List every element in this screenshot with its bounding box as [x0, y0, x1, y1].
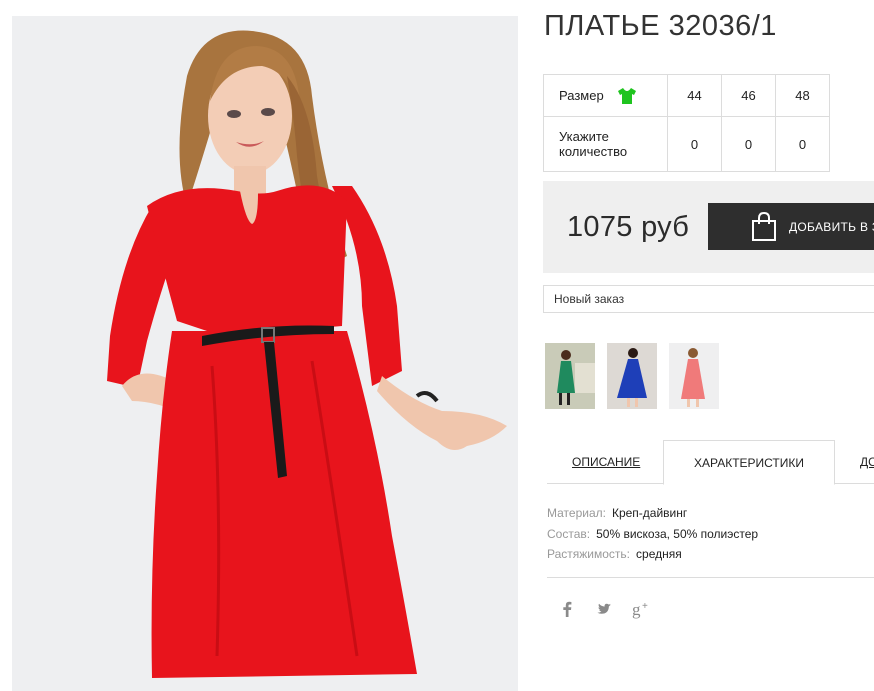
svg-text:+: + — [642, 601, 648, 612]
tab-delivery[interactable]: ДО — [860, 440, 874, 484]
size-table: Размер 44 46 48 Укажите количество 0 0 0 — [543, 74, 830, 172]
characteristics-list: Материал: Креп-дайвинг Состав: 50% вискоза… — [547, 503, 758, 565]
add-to-cart-button[interactable]: ДОБАВИТЬ В З — [708, 203, 874, 250]
size-label: Размер — [559, 88, 604, 103]
divider — [547, 577, 874, 578]
quantity-input-48[interactable]: 0 — [775, 116, 830, 172]
quantity-label: Укажите количество — [543, 116, 668, 172]
thumbnail-blue-dress[interactable] — [607, 343, 657, 409]
product-tabs: ОПИСАНИЕ ХАРАКТЕРИСТИКИ ДО — [547, 440, 874, 485]
svg-text:g: g — [632, 600, 641, 619]
tab-characteristics[interactable]: ХАРАКТЕРИСТИКИ — [663, 440, 835, 485]
thumbnail-pink-dress[interactable] — [669, 343, 719, 409]
google-plus-icon[interactable]: g + — [632, 600, 652, 620]
quantity-input-44[interactable]: 0 — [667, 116, 722, 172]
twitter-icon[interactable] — [596, 600, 612, 620]
shopping-bag-icon — [751, 211, 777, 242]
facebook-icon[interactable] — [562, 600, 572, 620]
tab-description[interactable]: ОПИСАНИЕ — [572, 440, 640, 484]
characteristic-row: Состав: 50% вискоза, 50% полиэстер — [547, 526, 759, 541]
tshirt-icon[interactable] — [617, 87, 637, 105]
size-option-46[interactable]: 46 — [721, 74, 776, 117]
size-option-48[interactable]: 48 — [775, 74, 830, 117]
price-box: 1075 руб ДОБАВИТЬ В З — [543, 181, 874, 273]
add-to-cart-label: ДОБАВИТЬ В З — [789, 219, 874, 234]
thumbnail-green-dress[interactable] — [545, 343, 595, 409]
product-photo[interactable] — [12, 16, 518, 691]
order-select[interactable]: Новый заказ — [543, 285, 874, 313]
characteristic-row: Растяжимость: средняя — [547, 547, 682, 561]
characteristic-row: Материал: Креп-дайвинг — [547, 506, 688, 520]
quantity-input-46[interactable]: 0 — [721, 116, 776, 172]
price: 1075 руб — [567, 211, 690, 243]
product-title: ПЛАТЬЕ 32036/1 — [544, 10, 777, 42]
size-option-44[interactable]: 44 — [667, 74, 722, 117]
